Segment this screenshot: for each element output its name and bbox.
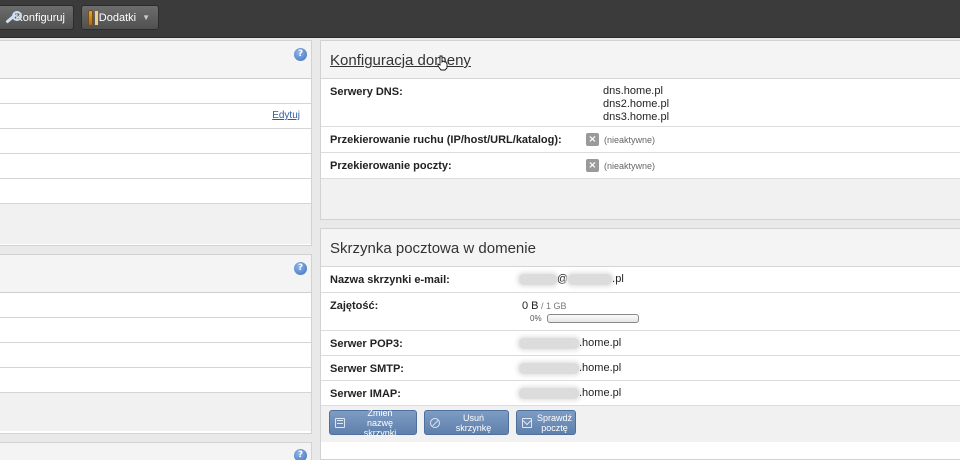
chevron-down-icon: ▼	[142, 13, 150, 22]
left-panel-3-header: ?	[0, 443, 311, 460]
rename-icon	[335, 417, 345, 428]
mail-redirect-status: × (nieaktywne)	[586, 159, 655, 172]
domain-config-footer	[321, 179, 960, 219]
delete-mailbox-label: Usuń skrzynkę	[455, 412, 492, 433]
help-icon[interactable]: ?	[294, 48, 307, 61]
check-label-line1: Sprawdź	[537, 412, 573, 423]
left-panel-1: ? Edytuj	[0, 40, 312, 246]
list-item	[0, 179, 311, 204]
pop3-suffix: .home.pl	[579, 337, 622, 349]
top-toolbar: Konfiguruj Dodatki ▼	[0, 0, 960, 38]
dns-server-2: dns2.home.pl	[603, 98, 670, 110]
mail-icon	[522, 417, 532, 428]
dns-row: Serwery DNS: dns.home.pl dns2.home.pl dn…	[321, 79, 960, 127]
imap-suffix: .home.pl	[579, 387, 622, 399]
domain-config-title[interactable]: Konfiguracja domeny	[330, 52, 471, 69]
list-item	[0, 129, 311, 154]
rename-label-line1: Zmień	[367, 407, 393, 418]
redacted-text	[519, 362, 579, 374]
imap-row: Serwer IMAP: .home.pl	[321, 381, 960, 406]
imap-label: Serwer IMAP:	[330, 388, 401, 400]
left-panel-2: ?	[0, 254, 312, 434]
check-mail-label: Sprawdź pocztę	[537, 413, 572, 433]
addons-label: Dodatki	[98, 11, 137, 24]
mailbox-name-suffix: .pl	[612, 273, 624, 285]
usage-progress-bar	[547, 314, 639, 323]
rename-mailbox-label: Zmień nazwę skrzynki	[350, 408, 410, 438]
smtp-label: Serwer SMTP:	[330, 363, 404, 375]
usage-label: Zajętość:	[330, 300, 379, 312]
usage-value: 0 B / 1 GB	[522, 300, 567, 312]
delete-mailbox-button[interactable]: Usuń skrzynkę	[424, 410, 509, 435]
rename-mailbox-button[interactable]: Zmień nazwę skrzynki	[329, 408, 417, 438]
domain-config-header: Konfiguracja domeny	[321, 41, 960, 79]
domain-config-panel: Konfiguracja domeny Serwery DNS: dns.hom…	[320, 40, 960, 220]
check-mail-button[interactable]: Sprawdź pocztę	[516, 410, 576, 435]
configure-button[interactable]: Konfiguruj	[0, 5, 74, 30]
mailbox-header: Skrzynka pocztowa w domenie	[321, 229, 960, 267]
dns-label: Serwery DNS:	[330, 86, 403, 98]
dns-server-1: dns.home.pl	[603, 85, 663, 97]
usage-separator: /	[538, 301, 547, 311]
smtp-row: Serwer SMTP: .home.pl	[321, 356, 960, 381]
list-item	[0, 368, 311, 393]
cursor-icon	[437, 55, 448, 71]
list-item	[0, 293, 311, 318]
configure-label: Konfiguruj	[15, 11, 65, 24]
pop3-row: Serwer POP3: .home.pl	[321, 331, 960, 356]
check-label-line2: pocztę	[541, 422, 568, 433]
mail-redirect-row: Przekierowanie poczty: × (nieaktywne)	[321, 153, 960, 179]
list-item	[0, 154, 311, 179]
traffic-redirect-status-text: (nieaktywne)	[604, 134, 656, 145]
list-item	[0, 79, 311, 104]
mailbox-panel: Skrzynka pocztowa w domenie Nazwa skrzyn…	[320, 228, 960, 460]
usage-percent: 0%	[530, 314, 542, 323]
mailbox-name-at: @	[557, 273, 569, 285]
usage-used: 0 B	[522, 300, 539, 312]
redacted-text	[519, 387, 579, 399]
left-panel-2-footer	[0, 393, 311, 431]
help-icon[interactable]: ?	[294, 262, 307, 275]
usage-total: 1 GB	[546, 301, 567, 311]
left-panel-1-header: ?	[0, 41, 311, 79]
traffic-redirect-label: Przekierowanie ruchu (IP/host/URL/katalo…	[330, 134, 562, 146]
traffic-redirect-row: Przekierowanie ruchu (IP/host/URL/katalo…	[321, 127, 960, 153]
mailbox-name-value: @ .pl	[519, 273, 624, 285]
edit-link[interactable]: Edytuj	[272, 110, 300, 121]
left-panel-3: ?	[0, 442, 312, 460]
delete-icon	[430, 417, 440, 428]
redacted-text	[568, 273, 613, 285]
list-item	[0, 318, 311, 343]
wrench-icon	[3, 10, 24, 26]
mail-redirect-status-text: (nieaktywne)	[604, 160, 656, 171]
mailbox-actions: Zmień nazwę skrzynki Usuń skrzynkę Spraw…	[321, 406, 960, 442]
mailbox-name-row: Nazwa skrzynki e-mail: @ .pl	[321, 267, 960, 293]
smtp-suffix: .home.pl	[579, 362, 622, 374]
addons-button[interactable]: Dodatki ▼	[81, 5, 159, 30]
dns-server-3: dns3.home.pl	[603, 111, 670, 123]
list-item: Edytuj	[0, 104, 311, 129]
redacted-text	[519, 337, 579, 349]
smtp-value: .home.pl	[519, 362, 621, 374]
inactive-x-icon: ×	[586, 133, 599, 146]
list-item	[0, 343, 311, 368]
pop3-label: Serwer POP3:	[330, 338, 403, 350]
mail-redirect-label: Przekierowanie poczty:	[330, 160, 452, 172]
left-panel-2-header: ?	[0, 255, 311, 293]
left-panel-1-footer	[0, 204, 311, 244]
mailbox-name-label: Nazwa skrzynki e-mail:	[330, 274, 450, 286]
redacted-text	[519, 273, 557, 285]
usage-row: Zajętość: 0 B / 1 GB 0%	[321, 293, 960, 331]
box-icon	[88, 9, 98, 26]
traffic-redirect-status: × (nieaktywne)	[586, 133, 655, 146]
rename-label-line2: nazwę skrzynki	[363, 417, 397, 438]
help-icon[interactable]: ?	[294, 449, 307, 460]
mailbox-title: Skrzynka pocztowa w domenie	[330, 240, 536, 257]
inactive-x-icon: ×	[586, 159, 599, 172]
pop3-value: .home.pl	[519, 337, 621, 349]
imap-value: .home.pl	[519, 387, 621, 399]
